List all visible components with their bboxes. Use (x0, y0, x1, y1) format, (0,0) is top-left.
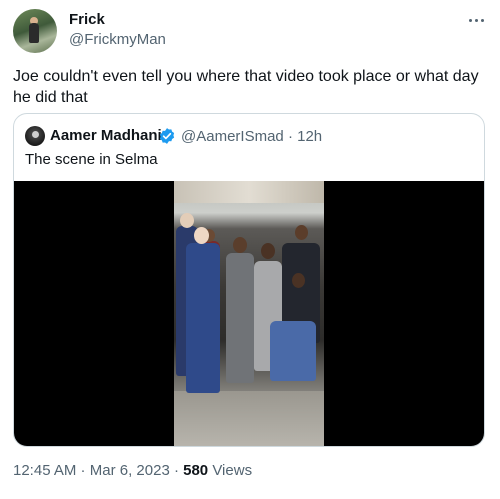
tweet-date[interactable]: Mar 6, 2023 (90, 462, 170, 479)
video-person-head (180, 213, 194, 228)
tweet-text: Joe couldn't even tell you where that vi… (13, 68, 479, 106)
quoted-author-handle-time[interactable]: @AamerISmad · 12h (181, 128, 322, 145)
author-avatar[interactable] (13, 9, 57, 53)
dot (475, 19, 478, 22)
video-road (174, 391, 324, 446)
video-background-building (174, 181, 324, 203)
dot (469, 19, 472, 22)
more-options-icon[interactable] (465, 10, 489, 30)
quoted-author-name[interactable]: Aamer Madhani (50, 127, 162, 144)
video-person (186, 243, 220, 393)
video-person-head (194, 227, 209, 244)
video-person-head (295, 225, 308, 240)
avatar-figure-body (29, 23, 39, 43)
video-person-head (233, 237, 247, 253)
views-label: Views (212, 462, 253, 479)
video-player[interactable] (14, 181, 484, 446)
video-person (226, 253, 254, 383)
video-person-head (261, 243, 275, 259)
quoted-time[interactable]: · 12h (288, 128, 322, 145)
tweet-meta: 12:45 AM · Mar 6, 2023 · 580 Views (13, 462, 252, 479)
quoted-handle[interactable]: @AamerISmad (181, 128, 284, 145)
video-person (270, 321, 316, 381)
quoted-tweet[interactable]: Aamer Madhani @AamerISmad · 12h The scen… (13, 113, 485, 447)
author-handle[interactable]: @FrickmyMan (69, 31, 166, 48)
video-person-head (292, 273, 305, 288)
video-frame[interactable] (174, 181, 324, 446)
verified-badge-icon (159, 128, 175, 144)
author-name[interactable]: Frick (69, 11, 105, 28)
meta-separator: · (76, 462, 90, 479)
tweet: Frick @FrickmyMan Joe couldn't even tell… (0, 0, 500, 499)
tweet-time[interactable]: 12:45 AM (13, 462, 76, 479)
dot (481, 19, 484, 22)
quoted-author-avatar[interactable] (25, 126, 45, 146)
views-count: 580 (183, 462, 209, 479)
meta-separator: · (169, 462, 184, 479)
quoted-text: The scene in Selma (25, 151, 158, 168)
